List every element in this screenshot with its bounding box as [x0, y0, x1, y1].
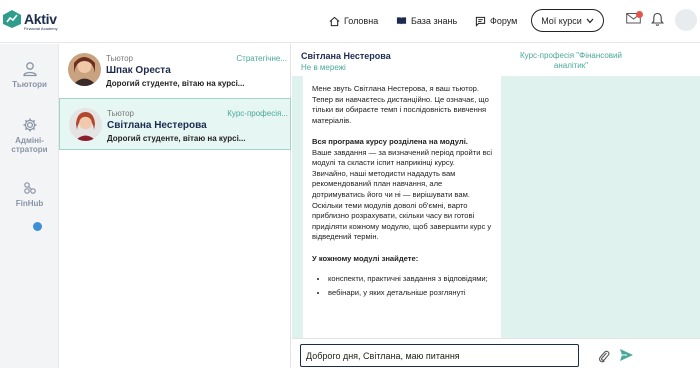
message-input[interactable] — [300, 344, 579, 367]
nav-forum[interactable]: Форум — [475, 14, 517, 28]
finhub-icon — [23, 182, 36, 194]
sidebar-item-finhub[interactable]: FinHub — [0, 180, 59, 208]
message-paragraph: Мене звуть Світлана Нестерова, я ваш тью… — [312, 84, 480, 93]
conversation-name: Світлана Нестерова — [107, 120, 207, 131]
conversation-item[interactable]: Тьютор Стратегічне... Шпак Ореста Дороги… — [59, 44, 291, 96]
message-paragraph: Звичайно, наші методисти нададуть вам ре… — [312, 168, 470, 199]
logo-text: Aktiv — [24, 11, 57, 27]
conversation-preview: Дорогий студенте, вітаю на курсі... — [106, 79, 245, 88]
notification-dot — [636, 11, 643, 18]
message-paragraph: Ваше завдання — за визначений період про… — [312, 147, 493, 168]
message-paragraph: У кожному модулі знайдете: — [312, 253, 419, 263]
message-paragraph: Тепер ви навчаєтесь дистанційно. Це озна… — [312, 94, 489, 125]
message-list: конспекти, практичні завдання з відповід… — [328, 274, 495, 298]
logo[interactable]: Aktiv Financial Academy — [0, 6, 62, 38]
avatar — [68, 53, 101, 86]
chat-header: Світлана Нестерова Не в мережі Курс-проф… — [292, 44, 700, 76]
chat-messages[interactable]: Мене звуть Світлана Нестерова, я ваш тью… — [292, 76, 700, 338]
nav-home-label: Головна — [344, 16, 379, 26]
avatar — [69, 108, 102, 141]
sidebar-item-administrators[interactable]: Адміні- стратори — [0, 117, 59, 154]
conversation-list: Тьютор Стратегічне... Шпак Ореста Дороги… — [59, 44, 291, 368]
user-avatar[interactable] — [675, 9, 697, 31]
forum-icon — [475, 16, 486, 27]
nav-knowledge-base-label: База знань — [411, 16, 458, 26]
conversation-role: Тьютор — [106, 54, 133, 63]
conversation-course: Курс-професія... — [227, 109, 288, 118]
chat-contact-status: Не в мережі — [301, 63, 346, 72]
conversation-name: Шпак Ореста — [106, 65, 171, 76]
book-icon — [396, 17, 407, 25]
home-icon — [329, 16, 340, 26]
gear-icon — [23, 118, 36, 132]
bell-icon[interactable] — [651, 12, 664, 27]
sidebar-item-tutors[interactable]: Тьютори — [0, 61, 59, 89]
sidebar-item-label: Тьютори — [12, 80, 47, 89]
conversation-role: Тьютор — [107, 109, 134, 118]
user-icon — [22, 62, 37, 77]
chevron-down-icon — [586, 18, 594, 23]
sidebar: Тьютори Адміні- стратори FinHub — [0, 44, 59, 368]
sidebar-item-label: Адміні- стратори — [11, 136, 48, 154]
nav-home[interactable]: Головна — [329, 14, 378, 28]
nav-forum-label: Форум — [490, 16, 518, 26]
message-paragraph: Оскільки теми модулів доволі об'ємні, ва… — [312, 200, 492, 242]
list-item: конспекти, практичні завдання з відповід… — [328, 274, 495, 285]
my-courses-button[interactable]: Мої курси — [531, 9, 604, 32]
nav-knowledge-base[interactable]: База знань — [396, 14, 457, 28]
message-paragraph: Вся програма курсу розділена на модулі. — [312, 136, 468, 146]
chat-course-title: Курс-професія "Фінансовий аналітик" — [520, 51, 622, 70]
message-bubble: Мене звуть Світлана Нестерова, я ваш тью… — [303, 76, 501, 338]
my-courses-label: Мої курси — [541, 15, 582, 26]
sidebar-item-label: FinHub — [15, 199, 44, 208]
send-icon[interactable] — [619, 348, 634, 362]
conversation-course: Стратегічне... — [236, 54, 287, 63]
conversation-preview: Дорогий студенте, вітаю на курсі... — [107, 134, 246, 143]
conversation-item-selected[interactable]: Тьютор Курс-професія... Світлана Нестеро… — [59, 98, 291, 150]
chat-contact-name: Світлана Нестерова — [301, 51, 391, 61]
top-bar: Aktiv Financial Academy Головна База зна… — [0, 0, 700, 43]
logo-mark-icon — [3, 10, 21, 28]
list-item: вебінари, у яких детальніше розглянуті — [328, 288, 495, 299]
paperclip-icon[interactable] — [598, 349, 610, 363]
message-composer — [292, 338, 700, 368]
telegram-badge-icon — [33, 222, 42, 231]
logo-subtitle: Financial Academy — [24, 26, 58, 31]
